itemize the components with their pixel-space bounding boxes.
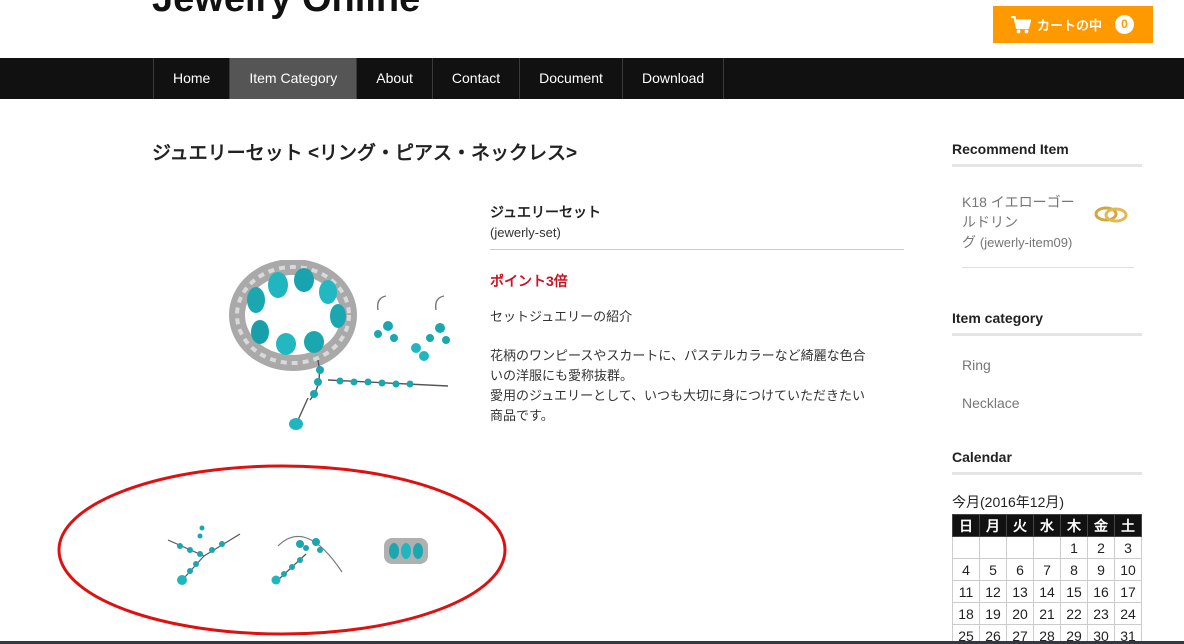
recommend-item-name-line: グ (jewerly-item09): [962, 234, 1073, 250]
calendar-day: 19: [979, 602, 1007, 625]
calendar-day: 9: [1087, 558, 1115, 581]
calendar-day: 12: [979, 580, 1007, 603]
calendar-table: 日 月 火 水 木 金 土 1 2 3 4 5 6 7 8 9 10 11 12…: [952, 514, 1142, 644]
calendar-day: 3: [1114, 536, 1142, 559]
description-line: 花柄のワンピースやスカートに、パステルカラーなど綺麗な色合: [490, 348, 866, 363]
recommend-item-divider: [962, 267, 1134, 268]
nav-item-download[interactable]: Download: [623, 58, 725, 99]
item-category-heading-rule: [952, 333, 1142, 336]
recommend-item-code: (jewerly-item09): [979, 235, 1073, 250]
calendar-day: 17: [1114, 580, 1142, 603]
description-line: 愛用のジュエリーとして、いつも大切に身につけていただきたい: [490, 388, 866, 403]
recommend-heading: Recommend Item: [952, 141, 1069, 157]
calendar-day: [1033, 536, 1061, 559]
category-link-ring[interactable]: Ring: [962, 357, 991, 373]
calendar-week-row: 11 12 13 14 15 16 17: [952, 580, 1142, 603]
calendar-day: 23: [1087, 602, 1115, 625]
calendar-day: 1: [1060, 536, 1088, 559]
recommend-item-name-line: ルドリン: [962, 214, 1018, 230]
shopping-cart-icon: [1011, 15, 1031, 33]
product-name: ジュエリーセット: [490, 204, 602, 220]
page-title: ジュエリーセット <リング・ピアス・ネックレス>: [152, 143, 578, 164]
product-code: (jewerly-set): [490, 225, 561, 240]
calendar-day: 4: [952, 558, 980, 581]
weekday-header: 金: [1087, 514, 1115, 537]
calendar-week-row: 18 19 20 21 22 23 24: [952, 602, 1142, 625]
calendar-day: 5: [979, 558, 1007, 581]
calendar-heading-rule: [952, 472, 1142, 475]
main-navbar: Home Item Category About Contact Documen…: [0, 58, 1184, 99]
calendar-day: 13: [1006, 580, 1034, 603]
nav-item-about[interactable]: About: [357, 58, 433, 99]
calendar-day: 21: [1033, 602, 1061, 625]
necklace-thumbnail[interactable]: [160, 510, 248, 590]
calendar-day: 16: [1087, 580, 1115, 603]
gold-ring-thumbnail[interactable]: [1092, 200, 1130, 226]
calendar-day: 22: [1060, 602, 1088, 625]
recommend-item-link[interactable]: K18 イエローゴー ルドリン グ (jewerly-item09): [962, 192, 1086, 253]
weekday-header: 木: [1060, 514, 1088, 537]
cart-label: カートの中: [1037, 18, 1103, 33]
weekday-header: 日: [952, 514, 980, 537]
weekday-header: 土: [1114, 514, 1142, 537]
point-label: ポイント3倍: [490, 273, 568, 289]
calendar-day: 15: [1060, 580, 1088, 603]
calendar-day: 6: [1006, 558, 1034, 581]
calendar-day: 2: [1087, 536, 1115, 559]
site-title[interactable]: Jewelry Online: [152, 0, 420, 21]
cart-button[interactable]: カートの中 0: [993, 6, 1153, 43]
product-main-image[interactable]: [228, 260, 460, 435]
weekday-header: 火: [1006, 514, 1034, 537]
calendar-heading: Calendar: [952, 449, 1012, 465]
recommend-heading-rule: [952, 164, 1142, 167]
calendar-day: [1006, 536, 1034, 559]
nav-item-document[interactable]: Document: [520, 58, 623, 99]
product-description: 花柄のワンピースやスカートに、パステルカラーなど綺麗な色合 いの洋服にも愛称抜群…: [490, 346, 900, 426]
product-divider: [490, 249, 904, 250]
calendar-day: 8: [1060, 558, 1088, 581]
recommend-item-name-line: K18 イエローゴー: [962, 194, 1075, 210]
nav-item-home[interactable]: Home: [154, 58, 231, 99]
category-link-necklace[interactable]: Necklace: [962, 395, 1020, 411]
calendar-week-row: 4 5 6 7 8 9 10: [952, 558, 1142, 581]
bracelet-thumbnail[interactable]: [362, 510, 450, 590]
calendar-weekday-row: 日 月 火 水 木 金 土: [952, 514, 1142, 537]
weekday-header: 月: [979, 514, 1007, 537]
calendar-day: 18: [952, 602, 980, 625]
nav-item-contact[interactable]: Contact: [433, 58, 521, 99]
calendar-day: 7: [1033, 558, 1061, 581]
description-line: いの洋服にも愛称抜群。: [490, 368, 634, 383]
product-intro-title: セットジュエリーの紹介: [490, 309, 633, 324]
calendar-day: 20: [1006, 602, 1034, 625]
nav-item-item-category[interactable]: Item Category: [230, 58, 358, 99]
calendar-day: 10: [1114, 558, 1142, 581]
calendar-week-row: 1 2 3: [952, 536, 1142, 559]
nav-list: Home Item Category About Contact Documen…: [153, 58, 725, 99]
item-category-heading: Item category: [952, 310, 1044, 326]
calendar-day: [952, 536, 980, 559]
calendar-day: 14: [1033, 580, 1061, 603]
cart-count-badge: 0: [1115, 15, 1134, 34]
necklace-earrings-thumbnail[interactable]: [262, 510, 350, 590]
calendar-day: 24: [1114, 602, 1142, 625]
weekday-header: 水: [1033, 514, 1061, 537]
calendar-day: 11: [952, 580, 980, 603]
calendar-day: [979, 536, 1007, 559]
description-line: 商品です。: [490, 408, 554, 423]
calendar-caption: 今月(2016年12月): [952, 494, 1065, 510]
